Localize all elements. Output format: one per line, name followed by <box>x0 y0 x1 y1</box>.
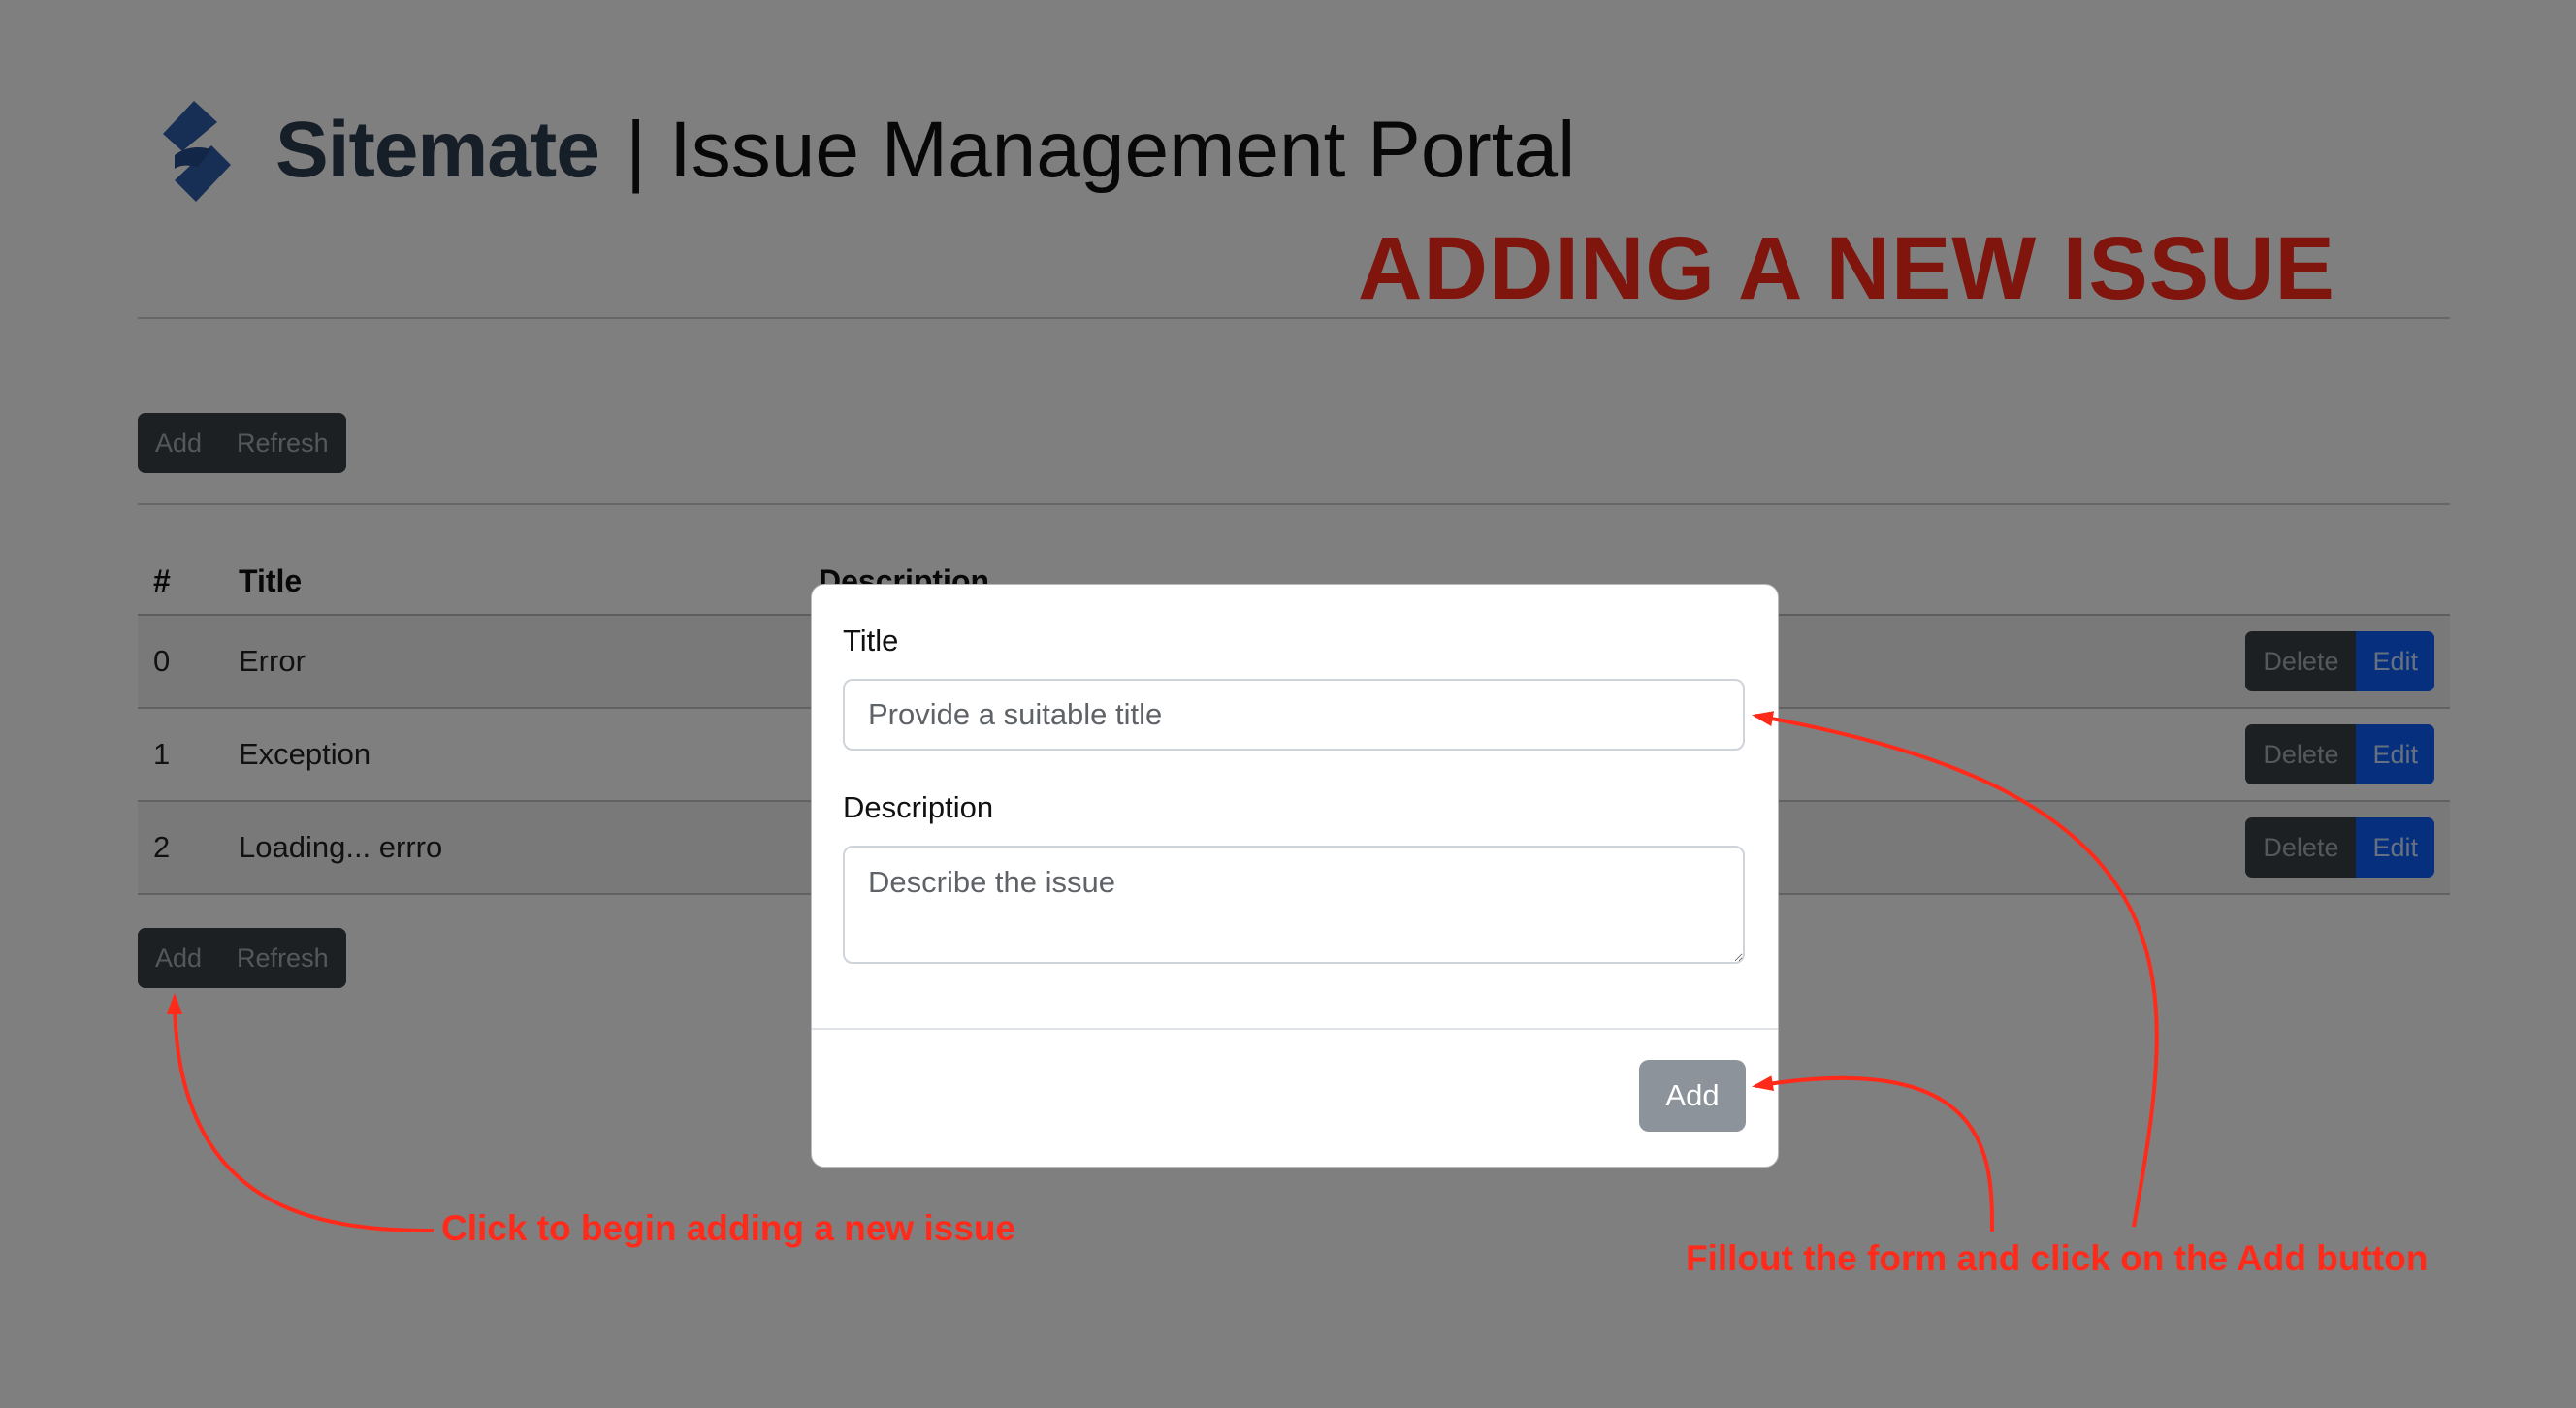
page: Sitemate | Issue Management Portal ADDIN… <box>0 0 2576 1408</box>
annotation-left-note: Click to begin adding a new issue <box>441 1208 1016 1248</box>
description-label: Description <box>843 790 994 824</box>
modal-footer-divider <box>812 1028 1778 1030</box>
annotation-right-note: Fillout the form and click on the Add bu… <box>1686 1238 2429 1278</box>
add-issue-modal: Title Description Add <box>811 584 1779 1168</box>
modal-add-button[interactable]: Add <box>1639 1060 1746 1132</box>
title-label: Title <box>843 624 899 657</box>
description-textarea[interactable] <box>843 846 1745 964</box>
title-input[interactable] <box>843 679 1745 751</box>
